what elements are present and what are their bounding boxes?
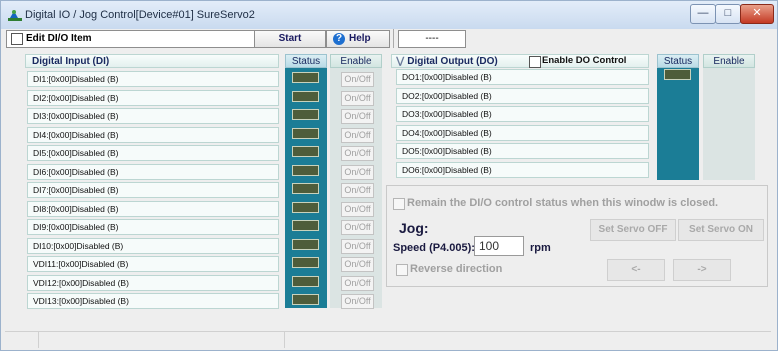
di-onoff-button[interactable]: On/Off	[341, 128, 374, 143]
do-item[interactable]: DO3:[0x00]Disabled (B)	[396, 106, 649, 122]
di-item[interactable]: DI3:[0x00]Disabled (B)	[27, 108, 279, 124]
help-label: Help	[349, 33, 371, 44]
title-bar[interactable]: Digital IO / Jog Control[Device#01] Sure…	[1, 1, 777, 29]
di-onoff-button[interactable]: On/Off	[341, 91, 374, 106]
status-bar-segment	[39, 332, 285, 348]
maximize-icon: □	[724, 7, 732, 19]
di-status-led	[292, 220, 319, 231]
jog-right-button[interactable]: ->	[673, 259, 731, 281]
di-item[interactable]: DI5:[0x00]Disabled (B)	[27, 145, 279, 161]
edit-dio-item-label: Edit DI/O Item	[26, 33, 92, 44]
di-status-led	[292, 239, 319, 250]
enable-do-control-label: Enable DO Control	[542, 55, 627, 66]
set-servo-off-button[interactable]: Set Servo OFF	[590, 219, 676, 241]
di-item[interactable]: VDI11:[0x00]Disabled (B)	[27, 256, 279, 272]
di-item[interactable]: DI2:[0x00]Disabled (B)	[27, 90, 279, 106]
di-item[interactable]: DI10:[0x00]Disabled (B)	[27, 238, 279, 254]
do-item[interactable]: DO2:[0x00]Disabled (B)	[396, 88, 649, 104]
di-item[interactable]: VDI13:[0x00]Disabled (B)	[27, 293, 279, 309]
di-onoff-button[interactable]: On/Off	[341, 109, 374, 124]
help-icon: ?	[333, 33, 345, 45]
di-onoff-button[interactable]: On/Off	[341, 183, 374, 198]
remain-status-label: Remain the DI/O control status when this…	[407, 197, 719, 209]
do-item[interactable]: DO4:[0x00]Disabled (B)	[396, 125, 649, 141]
di-status-led	[292, 276, 319, 287]
do-status-column	[657, 68, 699, 180]
close-button[interactable]: ✕	[740, 4, 774, 24]
maximize-button[interactable]: □	[715, 4, 741, 24]
status-bar-segment	[285, 332, 771, 348]
di-status-header: Status	[285, 54, 327, 68]
di-status-led	[292, 146, 319, 157]
do-header-label: Digital Output (DO)	[407, 56, 498, 67]
di-onoff-button[interactable]: On/Off	[341, 202, 374, 217]
close-icon: ✕	[752, 7, 762, 19]
do-item[interactable]: DO5:[0x00]Disabled (B)	[396, 143, 649, 159]
toolbar-separator	[393, 29, 394, 48]
do-enable-header: Enable	[703, 54, 755, 68]
di-onoff-button[interactable]: On/Off	[341, 220, 374, 235]
status-bar	[5, 331, 771, 348]
speed-label: Speed (P4.005):	[393, 242, 475, 254]
di-status-led	[292, 109, 319, 120]
app-icon	[8, 10, 22, 21]
di-status-led	[292, 91, 319, 102]
di-onoff-button[interactable]: On/Off	[341, 239, 374, 254]
checkbox-box[interactable]	[11, 33, 23, 45]
di-header: Digital Input (DI)	[25, 54, 279, 68]
di-item[interactable]: DI8:[0x00]Disabled (B)	[27, 201, 279, 217]
set-servo-on-button[interactable]: Set Servo ON	[678, 219, 764, 241]
speed-unit-label: rpm	[530, 242, 551, 254]
jog-title: Jog:	[399, 220, 429, 236]
window-title: Digital IO / Jog Control[Device#01] Sure…	[25, 9, 255, 21]
enable-do-control-checkbox[interactable]	[529, 56, 541, 68]
di-item[interactable]: DI7:[0x00]Disabled (B)	[27, 182, 279, 198]
minimize-button[interactable]: —	[690, 4, 716, 24]
status-bar-segment	[5, 332, 39, 348]
jog-left-button[interactable]: <-	[607, 259, 665, 281]
di-enable-header: Enable	[330, 54, 382, 68]
do-item[interactable]: DO1:[0x00]Disabled (B)	[396, 69, 649, 85]
di-onoff-button[interactable]: On/Off	[341, 165, 374, 180]
do-status-header: Status	[657, 54, 699, 68]
do-enable-column	[703, 68, 755, 180]
di-onoff-button[interactable]: On/Off	[341, 294, 374, 309]
di-onoff-button[interactable]: On/Off	[341, 146, 374, 161]
do-item[interactable]: DO6:[0x00]Disabled (B)	[396, 162, 649, 178]
di-item[interactable]: DI6:[0x00]Disabled (B)	[27, 164, 279, 180]
speed-input[interactable]: 100	[474, 236, 524, 256]
di-item[interactable]: VDI12:[0x00]Disabled (B)	[27, 275, 279, 291]
toolbar: Edit DI/O Item Start ? Help ----	[6, 29, 772, 48]
help-button[interactable]: ? Help	[326, 30, 390, 48]
di-status-led	[292, 257, 319, 268]
edit-dio-item-checkbox[interactable]: Edit DI/O Item	[6, 30, 255, 48]
di-item[interactable]: DI9:[0x00]Disabled (B)	[27, 219, 279, 235]
reverse-direction-label: Reverse direction	[410, 263, 503, 275]
di-onoff-button[interactable]: On/Off	[341, 257, 374, 272]
connection-status-field: ----	[398, 30, 466, 48]
reverse-direction-checkbox[interactable]	[396, 264, 408, 276]
do-status-led	[664, 69, 691, 80]
remain-status-checkbox[interactable]	[393, 198, 405, 210]
di-status-led	[292, 202, 319, 213]
di-status-led	[292, 128, 319, 139]
expand-chevron-icon: ⋁	[396, 56, 405, 67]
di-item[interactable]: DI1:[0x00]Disabled (B)	[27, 71, 279, 87]
di-item[interactable]: DI4:[0x00]Disabled (B)	[27, 127, 279, 143]
di-status-led	[292, 294, 319, 305]
di-status-led	[292, 72, 319, 83]
di-status-led	[292, 183, 319, 194]
di-status-led	[292, 165, 319, 176]
di-onoff-button[interactable]: On/Off	[341, 276, 374, 291]
di-onoff-button[interactable]: On/Off	[341, 72, 374, 87]
minimize-icon: —	[697, 7, 709, 19]
start-button[interactable]: Start	[254, 30, 326, 48]
